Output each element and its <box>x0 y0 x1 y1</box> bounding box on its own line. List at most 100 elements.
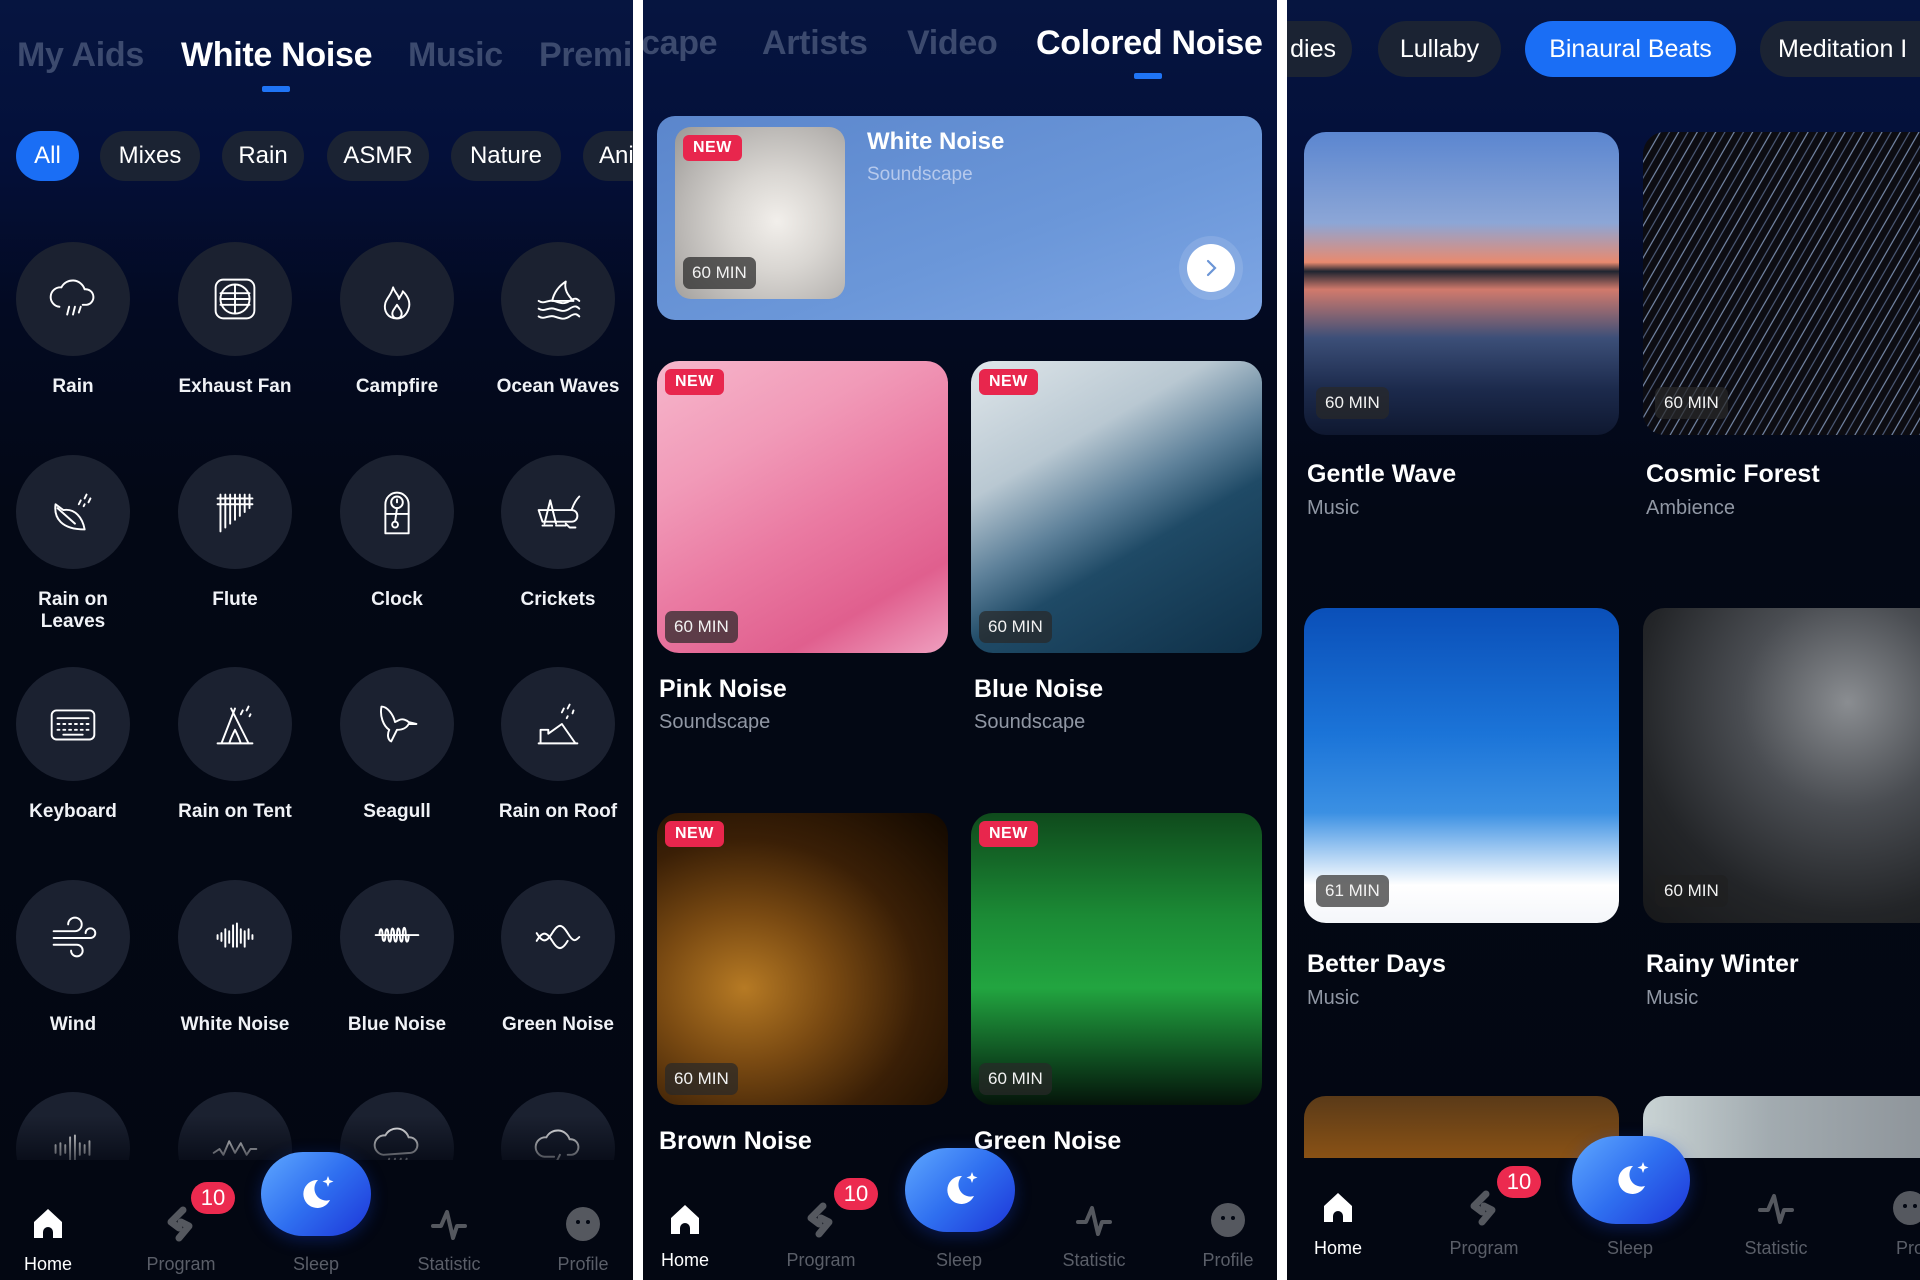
sound-ocean-waves[interactable]: Ocean Waves <box>483 242 633 398</box>
tab-colored-noise[interactable]: Colored Noise <box>1036 24 1263 63</box>
sound-label: Clock <box>371 589 423 610</box>
sound-blue-noise[interactable]: Blue Noise <box>322 880 472 1036</box>
sound-keyboard[interactable]: Keyboard <box>0 667 148 823</box>
chip-asmr[interactable]: ASMR <box>327 131 429 181</box>
moon-star-icon <box>1618 1162 1649 1194</box>
wind-icon <box>52 916 97 958</box>
featured-card[interactable]: NEW 60 MIN White Noise Soundscape <box>657 116 1262 320</box>
card-title: Cosmic Forest <box>1646 460 1820 488</box>
nav-label: Sleep <box>292 1254 340 1274</box>
crossing-waves-icon <box>535 924 581 950</box>
nav-statistic[interactable]: Statistic <box>389 1202 509 1275</box>
chip-all[interactable]: All <box>16 131 79 181</box>
sound-exhaust-fan[interactable]: Exhaust Fan <box>160 242 310 398</box>
brown-noise-card[interactable]: NEW 60 MIN <box>657 813 948 1105</box>
nav-home[interactable]: Home <box>1287 1186 1398 1259</box>
chip-binaural-beats[interactable]: Binaural Beats <box>1525 21 1736 77</box>
sound-rain[interactable]: Rain <box>0 242 148 398</box>
sound-rain-on-leaves[interactable]: Rain on Leaves <box>0 455 148 633</box>
nav-label: Statistic <box>417 1254 481 1274</box>
sound-circle <box>340 880 454 994</box>
nav-statistic[interactable]: Statistic <box>1034 1198 1154 1271</box>
program-icon <box>1470 1190 1496 1226</box>
sound-label: Green Noise <box>502 1014 614 1035</box>
tab-video[interactable]: Video <box>907 24 998 63</box>
tab-my-aids[interactable]: My Aids <box>17 36 144 75</box>
sound-campfire[interactable]: Campfire <box>322 242 472 398</box>
tab-premium[interactable]: Premi <box>539 36 632 75</box>
white-noise-screen: My Aids White Noise Music Premi All Mixe… <box>0 0 633 1280</box>
nav-profile[interactable]: Profile <box>1168 1198 1277 1271</box>
cricket-icon <box>537 495 581 529</box>
pan-flute-icon <box>216 493 254 533</box>
bird-icon <box>380 705 418 743</box>
home-icon <box>671 1205 699 1234</box>
sound-label: Rain <box>52 376 94 397</box>
card-title: Brown Noise <box>659 1127 812 1155</box>
sound-circle <box>16 455 130 569</box>
program-count-badge: 10 <box>1497 1166 1541 1198</box>
nav-label: Program <box>786 1250 856 1270</box>
sound-label: Rain on Tent <box>178 801 292 822</box>
featured-title: White Noise <box>867 128 1005 155</box>
pink-noise-card[interactable]: NEW 60 MIN <box>657 361 948 653</box>
sleep-button[interactable] <box>905 1148 1015 1232</box>
sound-crickets[interactable]: Crickets <box>483 455 633 611</box>
nav-label: Statistic <box>1062 1250 1126 1270</box>
card-subtitle: Music <box>1307 497 1360 519</box>
tab-artists[interactable]: Artists <box>762 24 868 63</box>
sleep-button[interactable] <box>261 1152 371 1236</box>
sound-circle <box>16 667 130 781</box>
blue-noise-card[interactable]: NEW 60 MIN <box>971 361 1262 653</box>
nav-home[interactable]: Home <box>643 1198 745 1271</box>
featured-open-button[interactable] <box>1187 244 1235 292</box>
tab-white-noise[interactable]: White Noise <box>181 36 373 75</box>
duration-badge: 60 MIN <box>1655 875 1728 907</box>
nav-label: Home <box>23 1254 72 1274</box>
sound-rain-on-roof[interactable]: Rain on Roof <box>483 667 633 823</box>
home-icon <box>1324 1193 1352 1222</box>
new-badge: NEW <box>979 821 1038 847</box>
sound-circle <box>501 455 615 569</box>
chip-meditation[interactable]: Meditation I <box>1760 21 1920 77</box>
chip-lullaby[interactable]: Lullaby <box>1378 21 1501 77</box>
sound-white-noise[interactable]: White Noise <box>160 880 310 1036</box>
card-title: Gentle Wave <box>1307 460 1457 488</box>
duration-badge: 60 MIN <box>979 1063 1052 1095</box>
rainy-winter-card[interactable]: 60 MIN <box>1643 608 1920 923</box>
keyboard-icon <box>50 709 96 741</box>
bottom-nav: Home Program 10 Sleep Statistic Profile <box>643 1148 1277 1280</box>
chip-rain[interactable]: Rain <box>222 131 304 181</box>
duration-badge: 60 MIN <box>1316 387 1389 419</box>
chip-animals[interactable]: Ani <box>583 131 633 181</box>
sound-rain-on-tent[interactable]: Rain on Tent <box>160 667 310 823</box>
green-noise-card[interactable]: NEW 60 MIN <box>971 813 1262 1105</box>
sound-label: White Noise <box>180 1014 290 1035</box>
sine-wave-icon <box>374 926 420 943</box>
sound-circle <box>178 667 292 781</box>
sound-label: Flute <box>212 589 258 610</box>
sound-clock[interactable]: Clock <box>322 455 472 611</box>
nav-home[interactable]: Home <box>0 1202 108 1275</box>
nav-label: Home <box>1313 1238 1362 1258</box>
nav-profile[interactable]: Pro <box>1850 1186 1920 1259</box>
better-days-card[interactable]: 61 MIN <box>1304 608 1619 923</box>
sound-flute[interactable]: Flute <box>160 455 310 611</box>
colored-noise-screen: cape Artists Video Colored Noise NEW 60 … <box>643 0 1277 1280</box>
chip-nature[interactable]: Nature <box>451 131 561 181</box>
chip-melodies[interactable]: dies <box>1287 21 1352 77</box>
cosmic-forest-card[interactable]: 60 MIN <box>1643 132 1920 435</box>
card-subtitle: Ambience <box>1646 497 1735 519</box>
sound-green-noise[interactable]: Green Noise <box>483 880 633 1036</box>
nav-profile[interactable]: Profile <box>523 1202 633 1275</box>
active-tab-indicator <box>262 86 290 92</box>
gentle-wave-card[interactable]: 60 MIN <box>1304 132 1619 435</box>
tab-music[interactable]: Music <box>408 36 503 75</box>
sleep-button[interactable] <box>1572 1136 1690 1224</box>
pulse-icon <box>1076 1206 1112 1236</box>
tab-soundscape[interactable]: cape <box>643 24 718 63</box>
chip-mixes[interactable]: Mixes <box>100 131 200 181</box>
sound-wind[interactable]: Wind <box>0 880 148 1036</box>
nav-statistic[interactable]: Statistic <box>1716 1186 1836 1259</box>
sound-seagull[interactable]: Seagull <box>322 667 472 823</box>
